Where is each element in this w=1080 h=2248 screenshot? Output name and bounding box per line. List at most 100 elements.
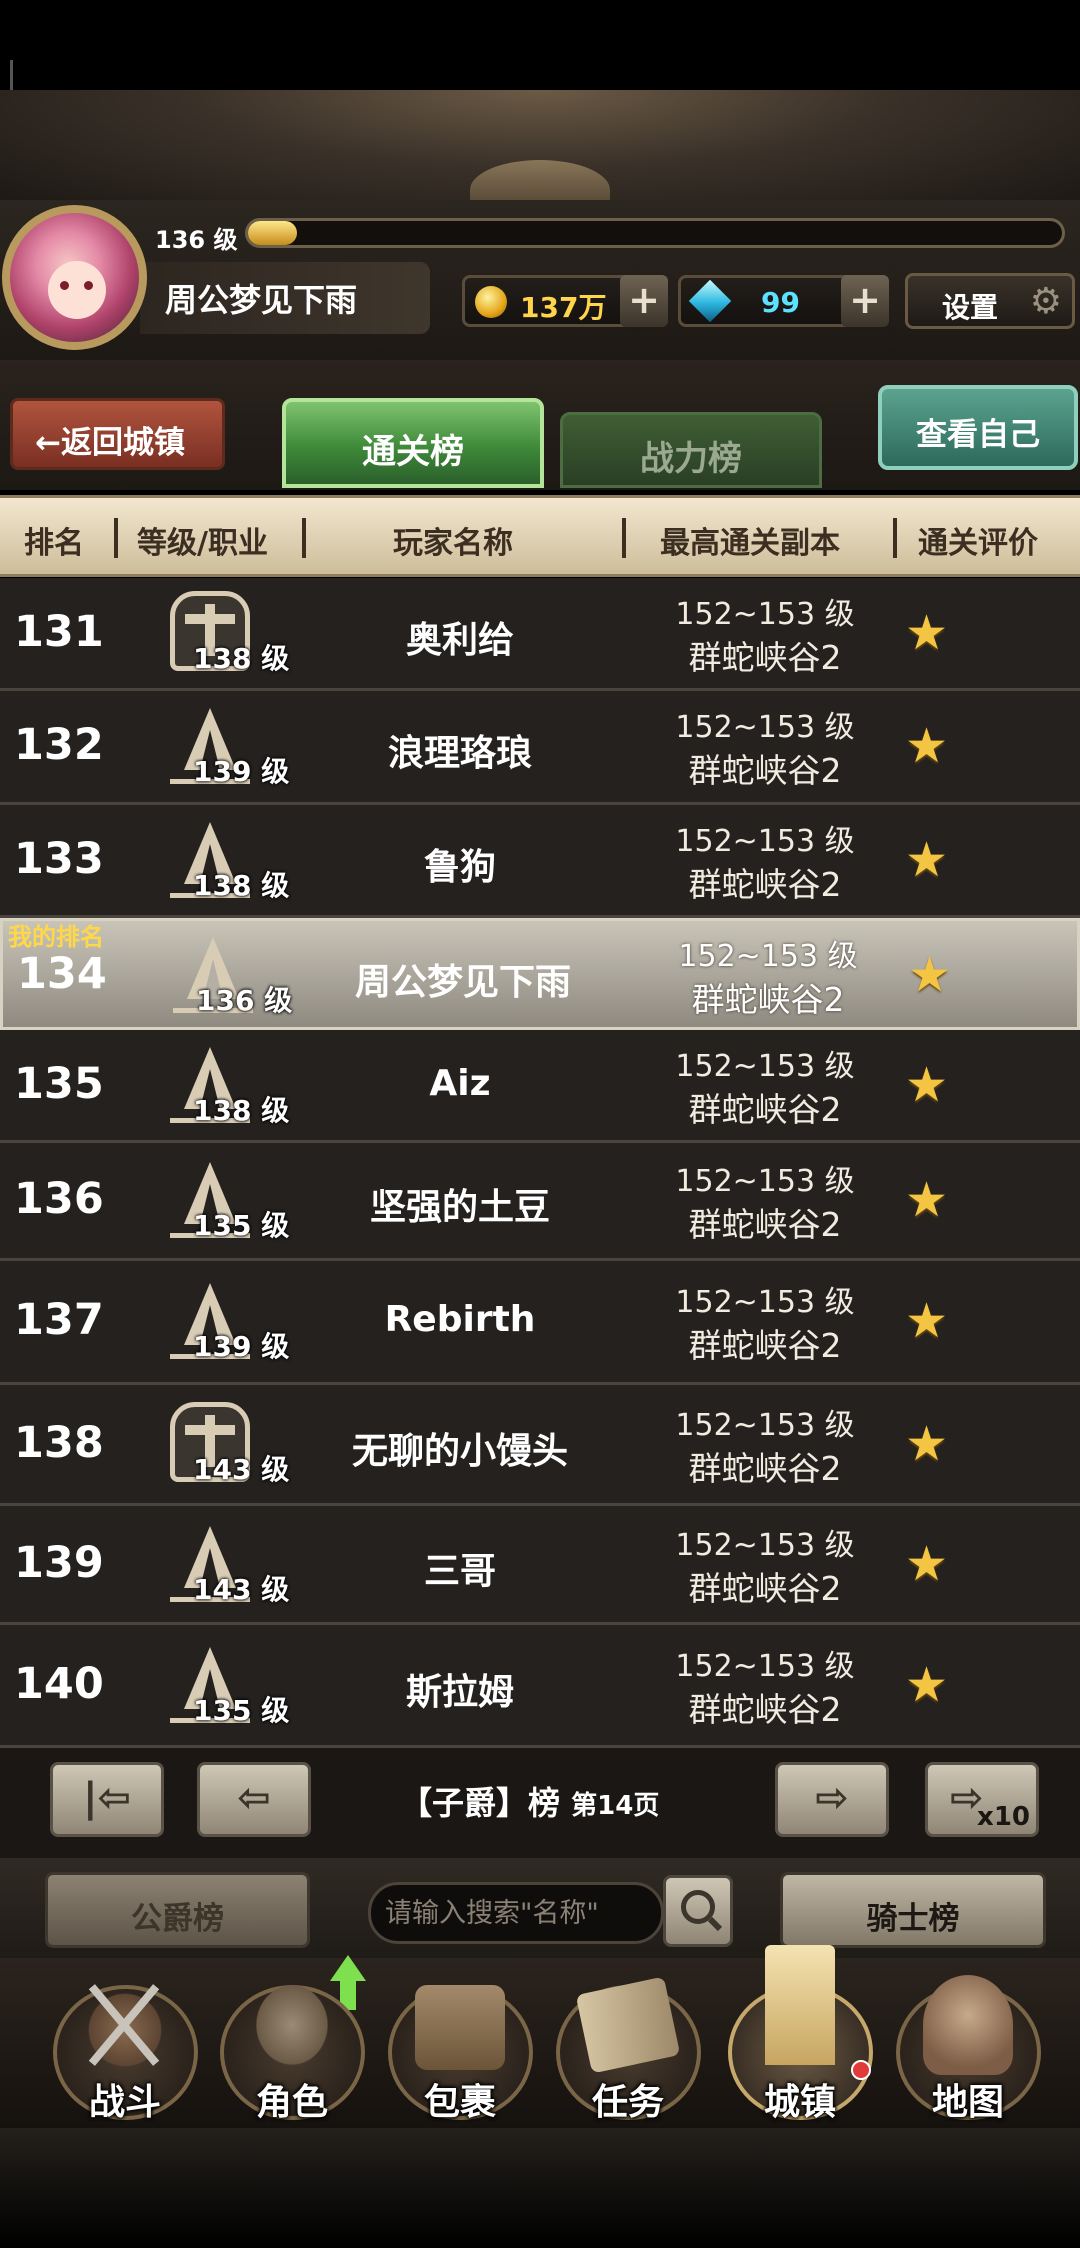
avatar-eye <box>60 281 69 290</box>
page-number: 第14页 <box>571 1791 660 1821</box>
nav-quest[interactable]: 任务 <box>548 1965 708 2125</box>
player-level: 139 级 <box>193 1330 290 1363</box>
table-row[interactable]: 136 135 级 坚强的土豆 152~153 级群蛇峡谷2 ★ <box>0 1143 1080 1261</box>
table-row[interactable]: 135 138 级 Aiz 152~153 级群蛇峡谷2 ★ <box>0 1030 1080 1143</box>
player-name: 奥利给 <box>405 619 514 661</box>
player-level: 135 级 <box>193 1693 290 1727</box>
star-icon: ★ <box>905 1172 949 1228</box>
tab-label: 战力榜 <box>640 439 742 479</box>
player-level: 138 级 <box>193 868 290 902</box>
search-input[interactable] <box>368 1882 664 1944</box>
town-icon <box>765 1945 835 2065</box>
rank-number: 140 <box>14 1658 104 1709</box>
settings-button[interactable]: 设置 ⚙ <box>905 273 1075 329</box>
table-row[interactable]: 140 135 级 斯拉姆 152~153 级群蛇峡谷2 ★ <box>0 1625 1080 1748</box>
player-level: 143 级 <box>193 1572 290 1606</box>
column-divider <box>622 518 626 558</box>
xp-bar-fill <box>248 221 297 245</box>
star-icon: ★ <box>905 1056 949 1113</box>
dungeon-name: 群蛇峡谷2 <box>688 751 842 790</box>
rank-number: 133 <box>14 833 104 884</box>
dungeon-name: 群蛇峡谷2 <box>688 864 842 904</box>
dungeon-level-range: 152~153 级 <box>675 1527 855 1563</box>
player-level: 139 级 <box>193 755 290 788</box>
xp-bar <box>245 218 1065 248</box>
table-row[interactable]: 131 138 级 奥利给 152~153 级群蛇峡谷2 ★ <box>0 578 1080 691</box>
battle-icon <box>80 1975 170 2075</box>
dungeon-level-range: 152~153 级 <box>675 596 855 632</box>
page-indicator: 【子爵】榜 第14页 <box>400 1778 659 1824</box>
table-row[interactable]: 132 139 级 浪理珞琅 152~153 级群蛇峡谷2 ★ <box>0 691 1080 805</box>
table-row[interactable]: 139 143 级 三哥 152~153 级群蛇峡谷2 ★ <box>0 1506 1080 1625</box>
table-row[interactable]: 133 138 级 鲁狗 152~153 级群蛇峡谷2 ★ <box>0 805 1080 918</box>
next-10-pages-button[interactable]: ⇨ x10 <box>925 1762 1039 1837</box>
knight-label: 骑士榜 <box>866 1901 960 1937</box>
player-name: Rebirth <box>384 1299 536 1340</box>
avatar-face <box>48 261 106 319</box>
knight-ranking-button[interactable]: 骑士榜 <box>780 1872 1046 1948</box>
my-rank-row[interactable]: 134 136 级 周公梦见下雨 152~153 级群蛇峡谷2 ★ <box>0 918 1080 1030</box>
back-to-town-button[interactable]: ←返回城镇 <box>10 398 225 470</box>
nav-battle[interactable]: 战斗 <box>45 1965 205 2125</box>
star-icon: ★ <box>905 718 949 774</box>
table-row[interactable]: 137 139 级 Rebirth 152~153 级群蛇峡谷2 ★ <box>0 1261 1080 1385</box>
notification-dot <box>851 2060 871 2080</box>
tab-power-ranking[interactable]: 战力榜 <box>560 412 822 488</box>
tab-clear-ranking[interactable]: 通关榜 <box>282 398 544 488</box>
star-icon: ★ <box>905 1415 949 1472</box>
table-row[interactable]: 138 143 级 无聊的小馒头 152~153 级群蛇峡谷2 ★ <box>0 1385 1080 1506</box>
dungeon-name: 群蛇峡谷2 <box>688 1448 842 1488</box>
rank-number: 138 <box>14 1417 104 1468</box>
first-page-button[interactable]: |⇦ <box>50 1762 164 1837</box>
dungeon-name: 群蛇峡谷2 <box>688 1205 842 1244</box>
rank-number: 136 <box>14 1174 104 1224</box>
player-avatar[interactable] <box>2 205 147 350</box>
nav-bag[interactable]: 包裹 <box>380 1965 540 2125</box>
add-gold-button[interactable]: + <box>620 275 668 327</box>
x10-label: x10 <box>977 1802 1030 1832</box>
bottom-bar <box>0 2128 1080 2248</box>
player-name: Aiz <box>429 1062 491 1104</box>
gem-value: 99 <box>761 286 800 319</box>
next-page-button[interactable]: ⇨ <box>775 1762 889 1837</box>
dungeon-level-range: 152~153 级 <box>675 1048 855 1084</box>
ranking-list: 131 138 级奥利给 152~153 级群蛇峡谷2 ★ 132 139 级浪理珞琅 15… <box>0 578 1080 1748</box>
star-icon: ★ <box>905 1293 949 1349</box>
gold-display: 137万 + <box>462 275 668 327</box>
dungeon-level-range: 152~153 级 <box>675 1164 855 1199</box>
star-icon: ★ <box>905 1535 949 1592</box>
player-level: 138 级 <box>193 641 290 675</box>
dungeon-name: 群蛇峡谷2 <box>691 980 845 1019</box>
rank-number: 134 <box>17 949 107 999</box>
player-name: 浪理珞琅 <box>387 733 532 774</box>
map-icon <box>923 1975 1013 2075</box>
duke-label: 公爵榜 <box>131 1901 224 1937</box>
diamond-icon <box>688 279 732 323</box>
nav-role[interactable]: 角色 <box>212 1965 372 2125</box>
duke-ranking-button[interactable]: 公爵榜 <box>45 1872 310 1948</box>
player-name: 周公梦见下雨 <box>354 962 571 1003</box>
view-self-button[interactable]: 查看自己 <box>878 385 1078 470</box>
column-player-name: 玩家名称 <box>393 526 513 561</box>
column-divider <box>893 518 897 558</box>
search-button[interactable] <box>663 1875 733 1947</box>
dungeon-name: 群蛇峡谷2 <box>688 1326 842 1365</box>
nav-map[interactable]: 地图 <box>888 1965 1048 2125</box>
tab-label: 通关榜 <box>362 432 464 472</box>
dungeon-name: 群蛇峡谷2 <box>688 1689 842 1729</box>
player-name: 无聊的小馒头 <box>351 1430 568 1472</box>
nav-town[interactable]: 城镇 <box>720 1945 880 2125</box>
add-gems-button[interactable]: + <box>841 275 889 327</box>
nav-label: 城镇 <box>763 2082 836 2123</box>
star-icon: ★ <box>905 831 949 888</box>
ranking-tier: 【子爵】榜 <box>400 1784 561 1822</box>
rank-number: 137 <box>14 1295 104 1345</box>
dungeon-level-range: 152~153 级 <box>675 1285 855 1320</box>
column-divider <box>302 518 306 558</box>
prev-page-button[interactable]: ⇦ <box>197 1762 311 1837</box>
dungeon-level-range: 152~153 级 <box>675 823 855 859</box>
nav-label: 包裹 <box>423 2082 496 2123</box>
first-page-icon: |⇦ <box>82 1775 132 1821</box>
role-icon <box>247 1975 337 2075</box>
gold-value: 137万 <box>520 291 607 324</box>
